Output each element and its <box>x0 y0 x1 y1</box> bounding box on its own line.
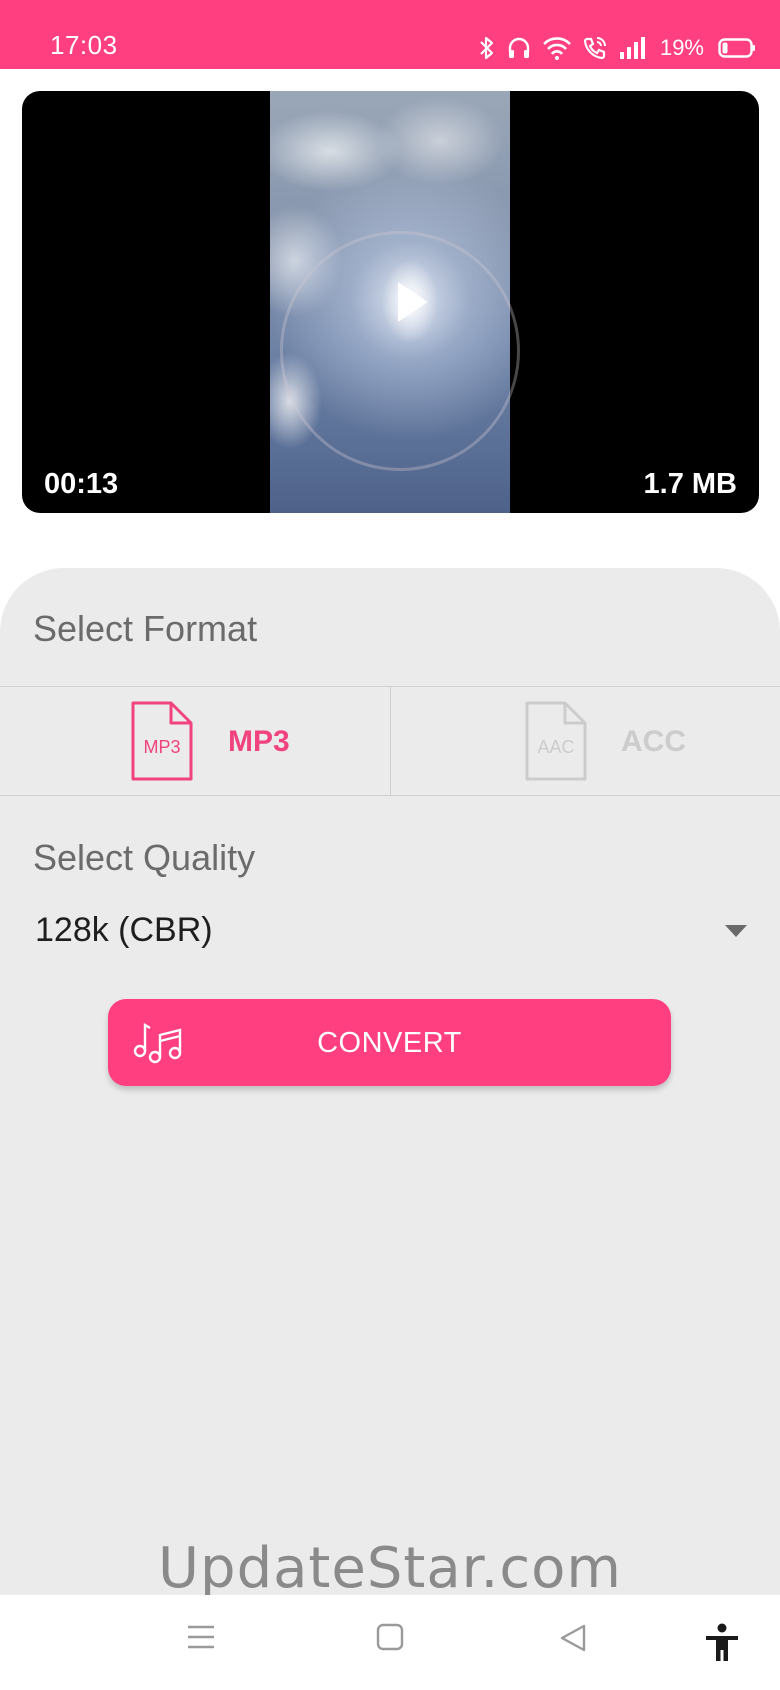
convert-button[interactable]: CONVERT <box>108 999 671 1086</box>
accessibility-icon[interactable] <box>704 1623 740 1663</box>
status-bar: 17:03 19% <box>0 0 780 69</box>
quality-selected-value: 128k (CBR) <box>35 911 213 949</box>
mp3-file-icon: MP3 <box>131 701 193 781</box>
video-preview[interactable]: 00:13 1.7 MB <box>22 91 759 513</box>
headset-icon <box>508 37 530 58</box>
status-time: 17:03 <box>50 30 118 60</box>
bluetooth-icon <box>480 36 494 60</box>
watermark: UpdateStar.com <box>158 1536 622 1601</box>
status-icons: 19% <box>478 30 756 66</box>
convert-label: CONVERT <box>317 1027 462 1059</box>
play-icon[interactable] <box>398 282 428 322</box>
wifi-call-icon <box>583 37 606 60</box>
quality-dropdown[interactable]: 128k (CBR) <box>35 903 747 963</box>
wifi-icon <box>543 37 571 60</box>
aac-file-icon: AAC <box>525 701 587 781</box>
back-icon[interactable] <box>558 1623 588 1653</box>
format-option-mp3[interactable]: MP3 MP3 <box>0 687 390 795</box>
signal-icon <box>619 37 645 59</box>
menu-icon[interactable] <box>186 1623 216 1651</box>
mp3-icon-text: MP3 <box>143 737 180 757</box>
home-icon[interactable] <box>376 1623 404 1651</box>
thumbnail-halo <box>280 231 520 471</box>
quality-section-title: Select Quality <box>33 837 256 878</box>
aac-icon-text: AAC <box>537 737 574 757</box>
video-duration: 00:13 <box>44 468 119 500</box>
format-label-mp3: MP3 <box>228 725 290 758</box>
video-thumbnail <box>270 91 520 513</box>
battery-icon <box>718 38 755 58</box>
format-option-acc[interactable]: AAC ACC <box>390 687 780 795</box>
battery-percent: 19% <box>659 35 704 60</box>
screen: 17:03 19% 00:13 1.7 MB Select Format MP3… <box>0 0 780 1690</box>
settings-panel: Select Format MP3 MP3 AAC ACC Select Qua <box>0 568 780 1601</box>
navigation-bar <box>0 1595 780 1690</box>
format-options: MP3 MP3 AAC ACC <box>0 686 780 796</box>
video-file-size: 1.7 MB <box>643 468 737 500</box>
dropdown-arrow-icon <box>725 925 747 937</box>
format-section-title: Select Format <box>33 608 258 649</box>
format-label-acc: ACC <box>621 725 686 758</box>
